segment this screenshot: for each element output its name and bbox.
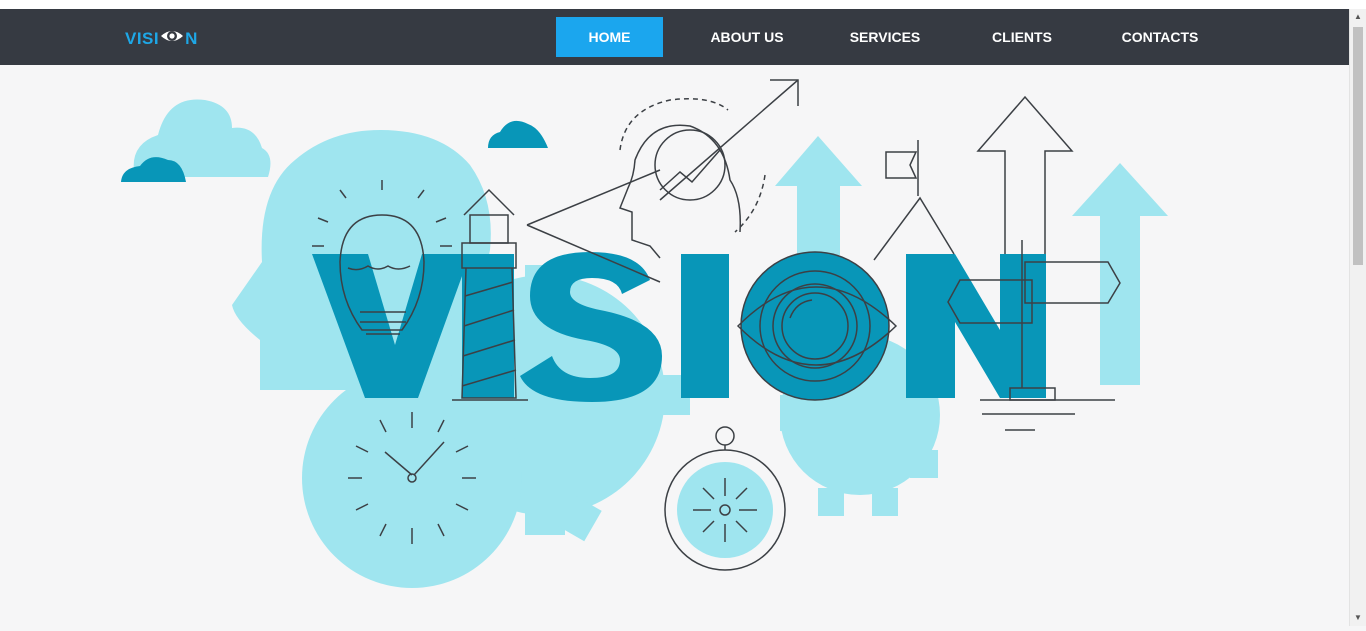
letter-i-second [681, 254, 729, 398]
top-navbar: VISI N HOME ABOUT US SERVICES CLIENTS CO… [0, 9, 1350, 65]
cloud-dark-top-icon [488, 120, 548, 148]
logo-text-prefix: VISI [125, 28, 160, 48]
vertical-scrollbar[interactable]: ▲ ▼ [1349, 9, 1366, 626]
nav-clients[interactable]: CLIENTS [980, 17, 1064, 57]
nav-contacts[interactable]: CONTACTS [1112, 17, 1208, 57]
flag-mountain-icon [873, 140, 955, 261]
scrollbar-thumb[interactable] [1353, 27, 1363, 265]
arrow-up-outline-icon [976, 95, 1074, 256]
arrow-up-light-1-icon [775, 136, 862, 255]
nav-services[interactable]: SERVICES [838, 17, 932, 57]
letter-i-first [462, 254, 514, 398]
logo-text-suffix: N [185, 28, 198, 48]
stopwatch-icon [664, 426, 786, 571]
scroll-down-arrow-icon[interactable]: ▼ [1350, 612, 1366, 624]
vision-concept-illustration [121, 79, 1168, 588]
arrow-up-light-2-icon [1072, 163, 1168, 385]
hero-illustration [0, 65, 1350, 626]
scroll-up-arrow-icon[interactable]: ▲ [1350, 11, 1366, 23]
nav-home[interactable]: HOME [556, 17, 663, 57]
nav-about-us[interactable]: ABOUT US [700, 17, 794, 57]
site-logo[interactable]: VISI N [125, 28, 198, 49]
thinking-head-icon [526, 79, 799, 283]
clock-circle-bg [302, 368, 522, 588]
eye-icon [160, 28, 184, 49]
